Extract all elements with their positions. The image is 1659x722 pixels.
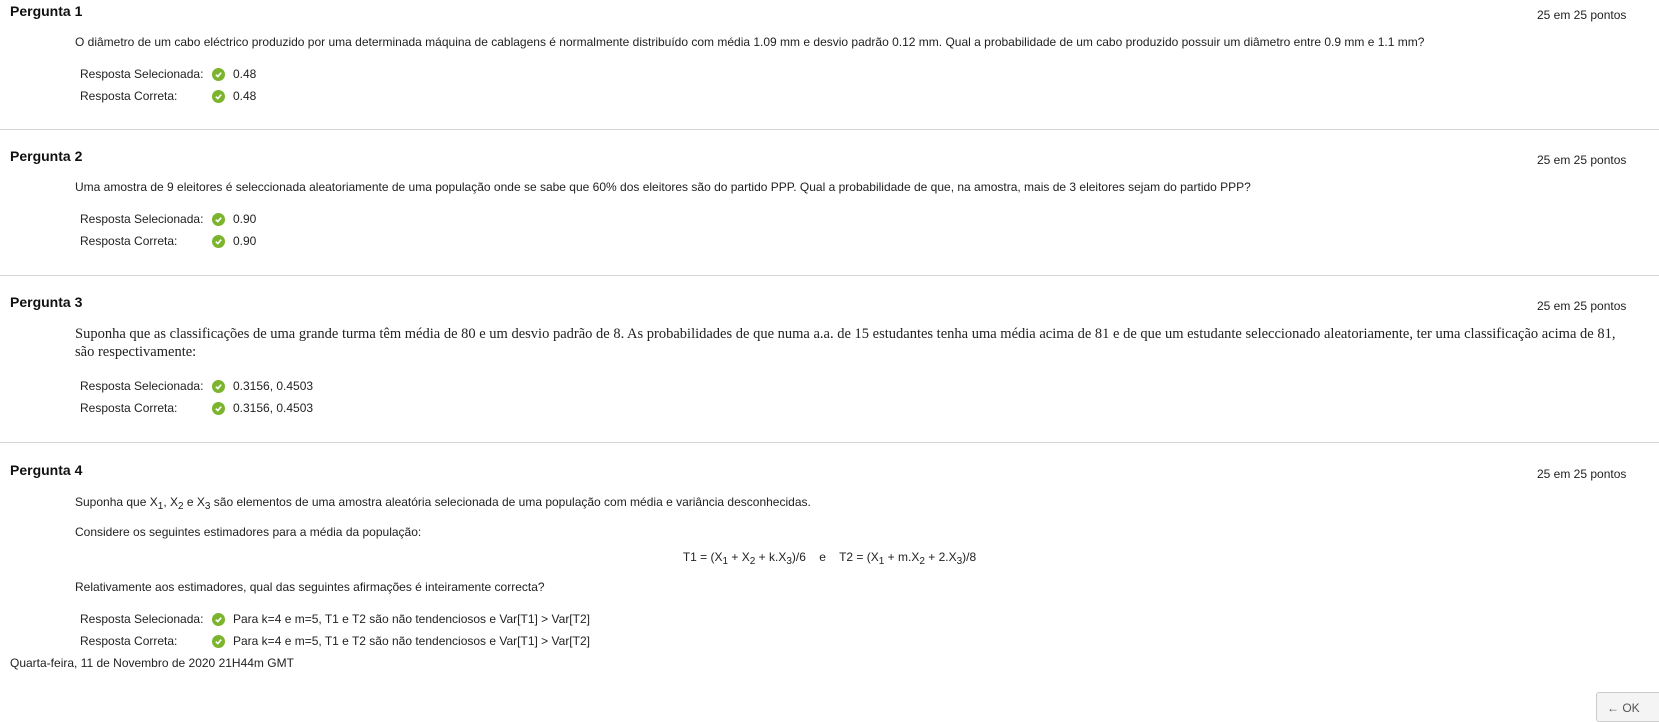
correct-answer-value: 0.90: [233, 234, 257, 248]
question-text: O diâmetro de um cabo eléctrico produzid…: [75, 35, 1425, 49]
correct-answer-value: 0.48: [233, 89, 257, 103]
correct-answer-label: Resposta Correta:: [80, 634, 178, 648]
question-points: 25 em 25 pontos: [1537, 467, 1627, 481]
check-circle-icon: [212, 67, 225, 81]
question-title: Pergunta 4: [10, 462, 83, 478]
selected-answer-label: Resposta Selecionada:: [80, 67, 204, 81]
selected-answer-row: Resposta Selecionada: Para k=4 e m=5, T1…: [80, 610, 590, 628]
correct-answer-value: Para k=4 e m=5, T1 e T2 são não tendenci…: [233, 634, 590, 648]
selected-answer-value: 0.90: [233, 212, 257, 226]
submission-date: Quarta-feira, 11 de Novembro de 2020 21H…: [10, 656, 294, 670]
question-points: 25 em 25 pontos: [1537, 8, 1627, 22]
check-circle-icon: [212, 612, 225, 626]
question-title: Pergunta 2: [10, 148, 83, 164]
selected-answer-value: 0.3156, 0.4503: [233, 379, 314, 393]
correct-answer-label: Resposta Correta:: [80, 401, 178, 415]
selected-answer-row: Resposta Selecionada: 0.3156, 0.4503: [80, 377, 313, 395]
check-circle-icon: [212, 89, 225, 103]
correct-answer-row: Resposta Correta: Para k=4 e m=5, T1 e T…: [80, 632, 590, 650]
estimator-formula: T1 = (X1 + X2 + k.X3)/6 e T2 = (X1 + m.X…: [682, 550, 977, 567]
question-title: Pergunta 3: [10, 294, 83, 310]
correct-answer-row: Resposta Correta: 0.48: [80, 87, 256, 105]
question-4: Pergunta 4 25 em 25 pontos Suponha que X…: [0, 443, 1659, 653]
check-circle-icon: [212, 379, 225, 393]
question-text-line-2: Considere os seguintes estimadores para …: [75, 525, 422, 539]
ok-button[interactable]: ← OK: [1596, 692, 1659, 722]
question-2: Pergunta 2 25 em 25 pontos Uma amostra d…: [0, 130, 1659, 275]
question-text-line-1: Suponha que X1, X2 e X3 são elementos de…: [75, 495, 811, 512]
question-3: Pergunta 3 25 em 25 pontos Suponha que a…: [0, 276, 1659, 442]
question-text: Suponha que as classificações de uma gra…: [75, 326, 1616, 360]
selected-answer-row: Resposta Selecionada: 0.48: [80, 65, 256, 83]
selected-answer-label: Resposta Selecionada:: [80, 212, 204, 226]
correct-answer-value: 0.3156, 0.4503: [233, 401, 314, 415]
question-points: 25 em 25 pontos: [1537, 299, 1627, 313]
selected-answer-label: Resposta Selecionada:: [80, 612, 204, 626]
selected-answer-label: Resposta Selecionada:: [80, 379, 204, 393]
correct-answer-label: Resposta Correta:: [80, 234, 178, 248]
correct-answer-row: Resposta Correta: 0.90: [80, 232, 256, 250]
correct-answer-row: Resposta Correta: 0.3156, 0.4503: [80, 399, 313, 417]
check-circle-icon: [212, 234, 225, 248]
question-text: Uma amostra de 9 eleitores é seleccionad…: [75, 180, 1251, 194]
check-circle-icon: [212, 212, 225, 226]
selected-answer-value: 0.48: [233, 67, 257, 81]
check-circle-icon: [212, 401, 225, 415]
question-title: Pergunta 1: [10, 3, 83, 19]
selected-answer-row: Resposta Selecionada: 0.90: [80, 210, 256, 228]
question-1: Pergunta 1 25 em 25 pontos O diâmetro de…: [0, 0, 1659, 128]
correct-answer-label: Resposta Correta:: [80, 89, 178, 103]
check-circle-icon: [212, 634, 225, 648]
selected-answer-value: Para k=4 e m=5, T1 e T2 são não tendenci…: [233, 612, 590, 626]
question-points: 25 em 25 pontos: [1537, 153, 1627, 167]
question-text-line-3: Relativamente aos estimadores, qual das …: [75, 580, 545, 594]
